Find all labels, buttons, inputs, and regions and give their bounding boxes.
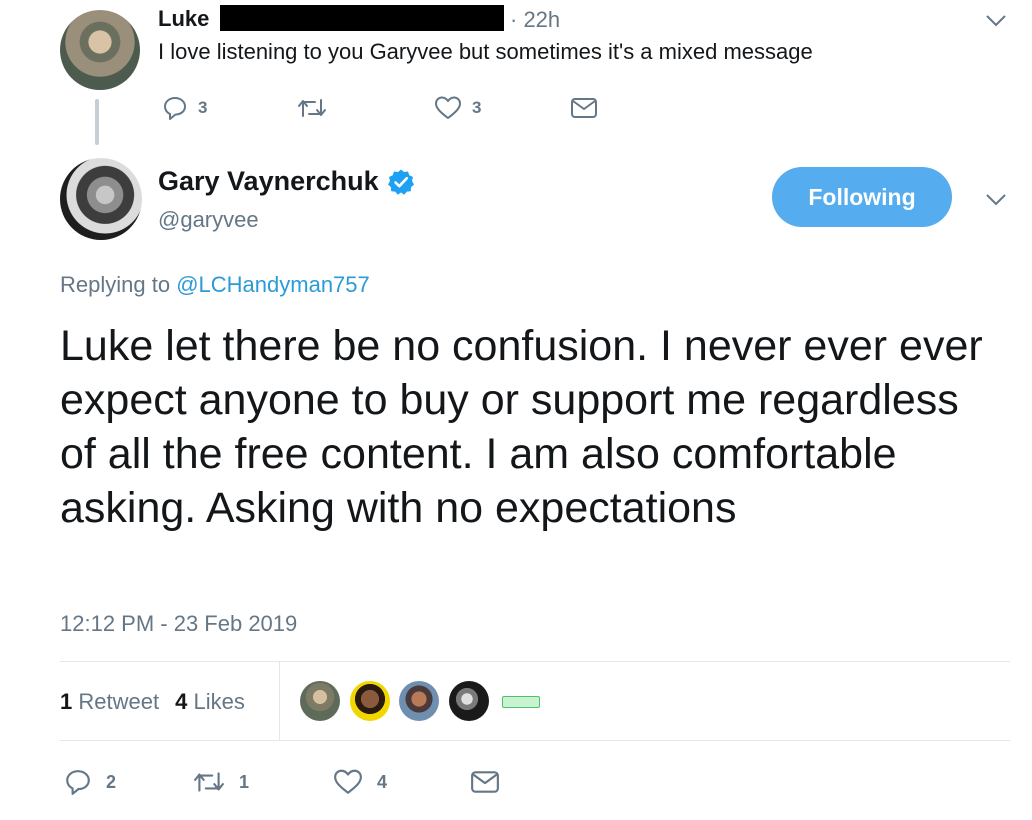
retweets-count: 1 [60, 689, 73, 714]
main-author-name[interactable]: Gary Vaynerchuk [158, 166, 415, 197]
main-author-name-text: Gary Vaynerchuk [158, 166, 379, 196]
parent-like-count: 3 [472, 98, 482, 117]
reply-icon [162, 95, 188, 121]
replying-to-line: Replying to @LCHandyman757 [60, 272, 370, 298]
thread-connector-line [95, 99, 99, 145]
main-dm-button[interactable] [470, 766, 500, 798]
reply-icon [64, 768, 92, 796]
main-retweet-button[interactable]: 1 [193, 766, 249, 798]
likes-stat[interactable]: 4 Likes [175, 689, 245, 715]
divider [60, 661, 1010, 662]
liker-avatar[interactable] [300, 681, 340, 721]
retweets-stat[interactable]: 1 Retweet [60, 689, 159, 715]
retweets-label: Retweet [78, 689, 160, 714]
dm-icon [570, 97, 598, 119]
replying-to-prefix: Replying to [60, 272, 171, 297]
divider [60, 740, 1010, 741]
retweet-icon [297, 96, 327, 120]
parent-tweet-time[interactable]: · 22h [510, 7, 560, 33]
main-reply-button[interactable]: 2 [64, 766, 116, 798]
main-like-count: 4 [377, 771, 388, 792]
chevron-down-icon[interactable] [985, 193, 1007, 207]
chevron-down-icon[interactable] [985, 14, 1007, 28]
engagement-stats: 1 Retweet 4 Likes [60, 689, 245, 715]
main-retweet-count: 1 [239, 771, 250, 792]
replying-to-mention[interactable]: @LCHandyman757 [176, 272, 370, 297]
redaction-bar [220, 5, 504, 31]
parent-reply-button[interactable]: 3 [162, 93, 207, 123]
parent-tweet-text: I love listening to you Garyvee but some… [158, 39, 813, 64]
gary-avatar[interactable] [60, 158, 142, 240]
parent-like-button[interactable]: 3 [434, 93, 481, 123]
liker-avatar[interactable] [399, 681, 439, 721]
liker-badge[interactable] [502, 696, 540, 708]
main-like-button[interactable]: 4 [333, 766, 387, 798]
like-icon [333, 768, 363, 796]
stats-divider [279, 662, 280, 740]
liker-avatar[interactable] [350, 681, 390, 721]
main-tweet-text: Luke let there be no confusion. I never … [60, 322, 983, 532]
retweet-icon [193, 769, 225, 795]
parent-retweet-button[interactable] [297, 93, 337, 123]
main-tweet-timestamp[interactable]: 12:12 PM - 23 Feb 2019 [60, 611, 297, 637]
main-author-handle[interactable]: @garyvee [158, 207, 259, 233]
luke-avatar[interactable] [60, 10, 140, 90]
main-reply-count: 2 [106, 771, 117, 792]
tweet-detail-view: Luke · 22h I love listening to you Garyv… [0, 0, 1032, 820]
dm-icon [470, 770, 500, 794]
likes-count: 4 [175, 689, 188, 714]
like-icon [434, 95, 462, 121]
parent-dm-button[interactable] [570, 93, 598, 123]
following-button[interactable]: Following [772, 167, 952, 227]
verified-badge-icon [387, 168, 415, 196]
parent-reply-count: 3 [198, 98, 208, 117]
parent-author-name[interactable]: Luke [158, 6, 209, 32]
likes-label: Likes [193, 689, 245, 714]
liker-avatar[interactable] [449, 681, 489, 721]
